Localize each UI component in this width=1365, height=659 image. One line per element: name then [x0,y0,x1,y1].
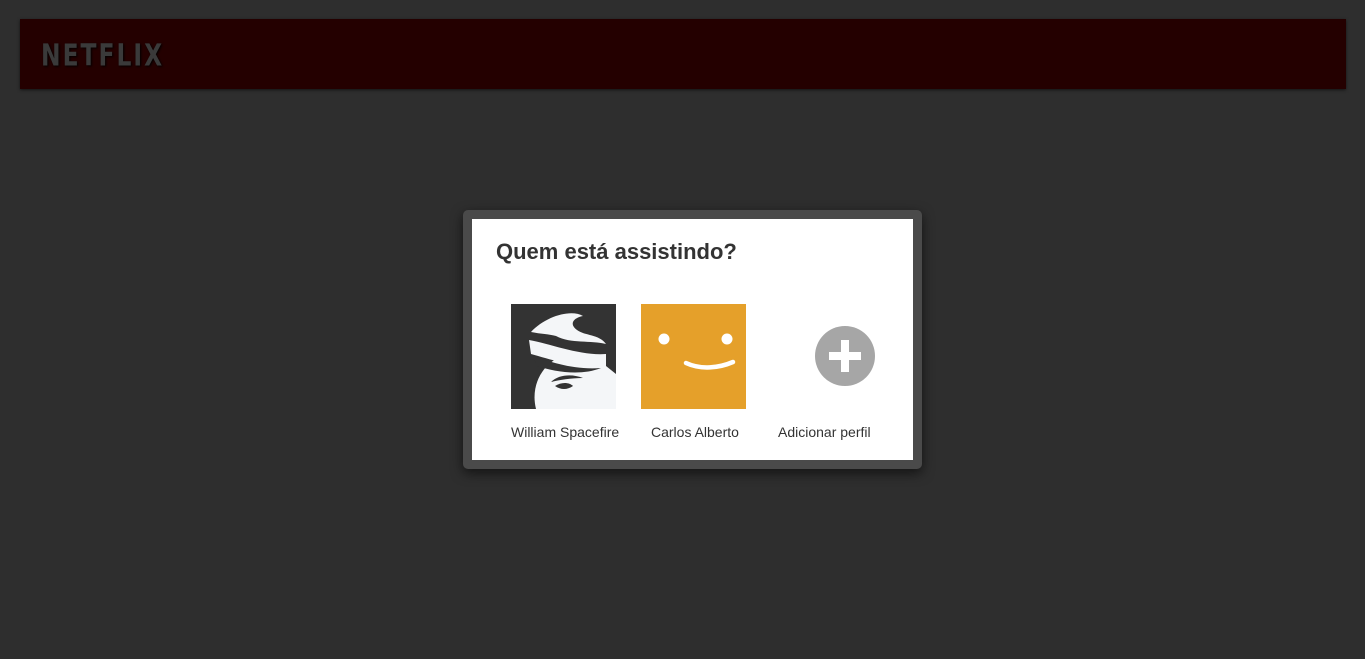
profile-picker-dialog: Quem está assistindo? William Spacefire … [472,219,913,460]
profile-name[interactable]: Adicionar perfil [778,424,928,440]
add-profile-tile[interactable] [773,304,878,409]
masked-face-avatar[interactable] [511,304,616,409]
dialog-title: Quem está assistindo? [496,239,737,264]
profile-picker-dialog-frame: Quem está assistindo? William Spacefire … [463,210,922,469]
plus-icon[interactable] [815,326,875,386]
profile-carlos-alberto[interactable]: Carlos Alberto [619,304,749,444]
top-header: NETFLIX [20,19,1346,89]
profile-william-spacefire[interactable]: William Spacefire [489,304,619,444]
add-profile[interactable]: Adicionar perfil [751,304,881,444]
netflix-logo[interactable]: NETFLIX [41,39,164,74]
smiley-face-avatar[interactable] [641,304,746,409]
